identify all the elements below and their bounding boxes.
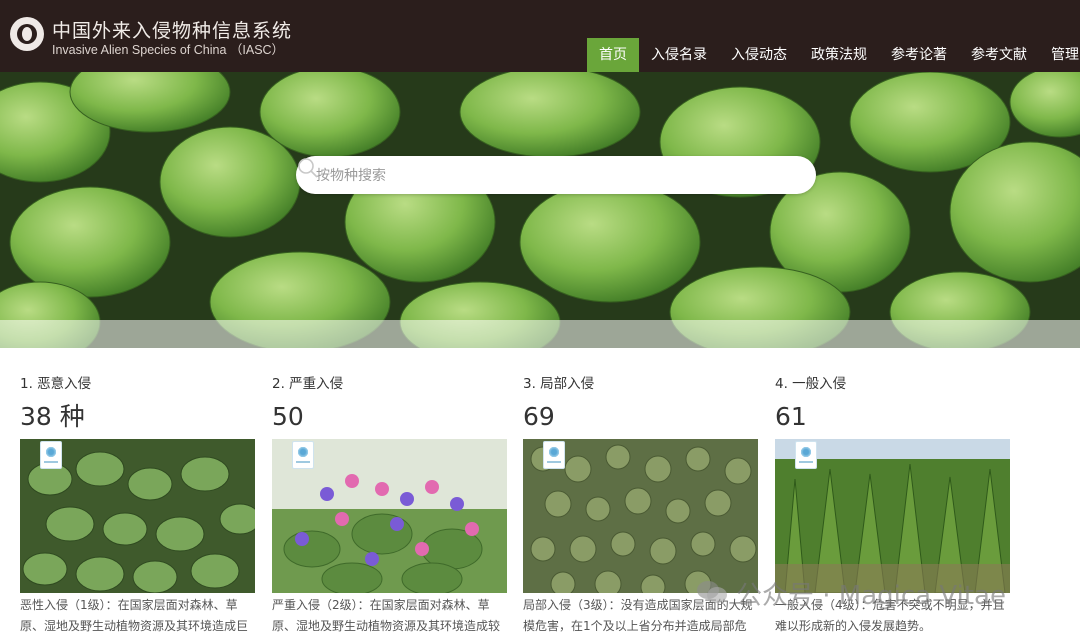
category-card-serious: 2. 严重入侵 50 严重入侵（2级）：在国家层面对森林、草原、湿地及野生动植物…	[272, 374, 508, 637]
category-title[interactable]: 4. 一般入侵	[775, 374, 1011, 394]
species-search-input[interactable]	[314, 156, 768, 196]
nav-item-invasion-news[interactable]: 入侵动态	[719, 38, 799, 72]
iasc-badge-icon	[795, 441, 817, 469]
category-image[interactable]	[775, 439, 1010, 593]
hero-leaves-image	[0, 72, 1080, 348]
nav-item-home[interactable]: 首页	[587, 38, 639, 72]
category-count: 38 种	[20, 402, 85, 431]
category-count: 69	[523, 402, 555, 431]
nav-item-references[interactable]: 参考文献	[959, 38, 1039, 72]
hero-fade-strip	[0, 320, 1080, 348]
top-header: 中国外来入侵物种信息系统 Invasive Alien Species of C…	[0, 0, 1080, 72]
category-description: 恶性入侵（1级）：在国家层面对森林、草原、湿地及野生动植物资源及其环境造成巨大	[20, 598, 249, 633]
category-image[interactable]	[20, 439, 255, 593]
category-title[interactable]: 2. 严重入侵	[272, 374, 508, 394]
site-title-en: Invasive Alien Species of China （IASC）	[52, 43, 285, 57]
nav-item-reference-works[interactable]: 参考论著	[879, 38, 959, 72]
category-count: 50	[272, 402, 304, 431]
watermark: 公众号 · Magica Vitae	[696, 575, 1056, 615]
category-title[interactable]: 3. 局部入侵	[523, 374, 759, 394]
category-description: 严重入侵（2级）：在国家层面对森林、草原、湿地及野生动植物资源及其环境造成较大	[272, 598, 501, 633]
hero-banner	[0, 72, 1080, 348]
logo-icon[interactable]	[10, 17, 44, 51]
category-title[interactable]: 1. 恶意入侵	[20, 374, 256, 394]
iasc-badge-icon	[40, 441, 62, 469]
nav-item-admin[interactable]: 管理	[1039, 38, 1080, 72]
category-count: 61	[775, 402, 807, 431]
species-search-box[interactable]	[296, 156, 816, 196]
nav-item-policy[interactable]: 政策法规	[799, 38, 879, 72]
category-card-malignant: 1. 恶意入侵 38 种 恶性入侵（1级）：在国家层面对森林、草原、湿地及野生动…	[20, 374, 256, 637]
wechat-icon	[697, 581, 727, 603]
iasc-badge-icon	[292, 441, 314, 469]
category-image[interactable]	[272, 439, 507, 593]
nav-item-invasion-list[interactable]: 入侵名录	[639, 38, 719, 72]
search-icon[interactable]	[296, 156, 320, 180]
iasc-badge-icon	[543, 441, 565, 469]
watermark-text: 公众号 · Magica Vitae	[736, 581, 1006, 611]
category-image[interactable]	[523, 439, 758, 593]
main-nav: 首页 入侵名录 入侵动态 政策法规 参考论著 参考文献 管理	[587, 38, 1080, 72]
